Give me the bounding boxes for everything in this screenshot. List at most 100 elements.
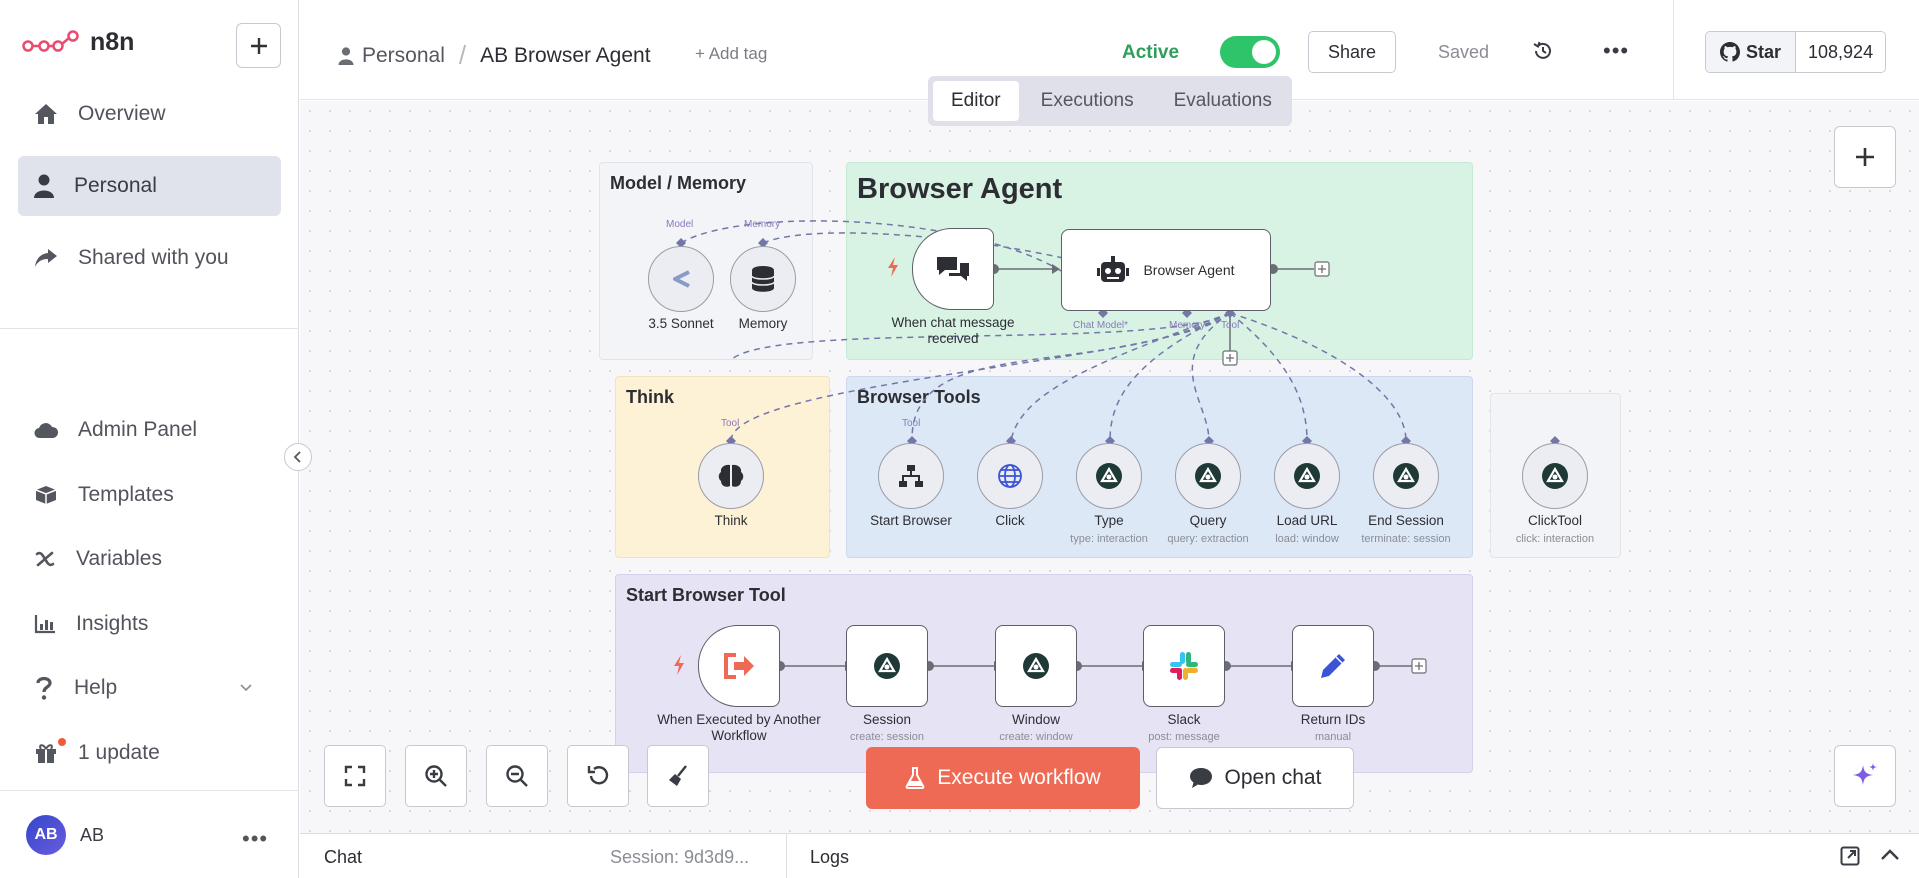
sitemap-icon [899, 465, 923, 487]
user-icon [34, 174, 54, 198]
share-icon [35, 249, 57, 267]
sidebar-item-insights[interactable]: Insights [18, 594, 281, 654]
database-icon [751, 266, 775, 292]
github-star[interactable]: Star [1706, 32, 1797, 72]
fit-view-icon [344, 765, 366, 787]
node-chat-trigger[interactable] [912, 228, 994, 310]
airtop-icon [1096, 463, 1122, 489]
node-label: End Session [1368, 513, 1444, 528]
github-icon [1720, 42, 1740, 62]
n8n-logo-icon [22, 29, 79, 52]
add-tag-button[interactable]: + Add tag [695, 44, 767, 64]
sidebar-item-label: Admin Panel [78, 418, 198, 441]
chevron-down-icon [240, 684, 252, 692]
workflow-name[interactable]: AB Browser Agent [480, 44, 650, 68]
add-node-button[interactable] [1834, 126, 1896, 188]
zoom-in-button[interactable] [405, 745, 467, 807]
gift-icon [36, 744, 56, 763]
airtop-icon [1023, 653, 1049, 679]
port-label-tool: Tool [721, 418, 740, 429]
tab-evaluations[interactable]: Evaluations [1156, 81, 1290, 121]
reset-zoom-button[interactable] [567, 745, 629, 807]
expand-panel-button[interactable] [1880, 848, 1900, 867]
chat-icon [937, 257, 969, 281]
history-button[interactable] [1532, 40, 1554, 67]
breadcrumb-separator: / [458, 40, 467, 70]
sidebar-item-help[interactable]: Help [18, 658, 281, 718]
node-session[interactable] [846, 625, 928, 707]
zoom-out-button[interactable] [486, 745, 548, 807]
node-end-session[interactable] [1373, 443, 1439, 509]
sidebar-item-variables[interactable]: Variables [18, 529, 281, 589]
view-tabs: Editor Executions Evaluations [928, 76, 1292, 126]
node-sublabel: terminate: session [1361, 533, 1451, 545]
saved-status: Saved [1438, 42, 1490, 62]
node-exec-trigger[interactable] [698, 625, 780, 707]
breadcrumb-project[interactable]: Personal [362, 44, 445, 68]
node-window[interactable] [995, 625, 1077, 707]
workflow-menu-button[interactable]: ••• [1603, 38, 1629, 64]
sidebar-item-shared[interactable]: Shared with you [18, 228, 281, 288]
user-menu-button[interactable]: ••• [242, 826, 268, 852]
node-think[interactable] [698, 443, 764, 509]
sidebar-item-label: Help [74, 676, 118, 699]
node-start-browser[interactable] [878, 443, 944, 509]
github-star-button[interactable]: Star 108,924 [1705, 31, 1887, 73]
node-query[interactable] [1175, 443, 1241, 509]
fit-view-button[interactable] [324, 745, 386, 807]
sidebar-item-label: 1 update [78, 741, 160, 764]
node-memory[interactable] [730, 246, 796, 312]
user-profile[interactable]: AB AB [26, 815, 104, 855]
node-load-url[interactable] [1274, 443, 1340, 509]
sidebar-item-overview[interactable]: Overview [18, 84, 281, 144]
robot-icon [1097, 256, 1130, 282]
comment-icon [1189, 768, 1212, 788]
github-star-label: Star [1746, 41, 1782, 62]
tab-editor[interactable]: Editor [933, 81, 1019, 121]
tab-executions[interactable]: Executions [1023, 81, 1152, 121]
ai-assistant-button[interactable] [1834, 745, 1896, 807]
logs-panel-tab[interactable]: Logs [810, 847, 849, 868]
active-toggle[interactable] [1220, 36, 1280, 68]
port-label-tool: Tool [1221, 320, 1240, 331]
box-icon [35, 486, 57, 504]
tidy-up-button[interactable] [647, 745, 709, 807]
node-slack[interactable] [1143, 625, 1225, 707]
node-clicktool[interactable] [1522, 443, 1588, 509]
trigger-bolt-icon [888, 257, 898, 277]
n8n-logo[interactable]: n8n [22, 28, 134, 57]
node-return-ids[interactable] [1292, 625, 1374, 707]
undo-icon [587, 766, 609, 785]
variable-icon [35, 551, 55, 567]
sidebar-item-personal[interactable]: Personal [18, 156, 281, 216]
workflow-canvas[interactable]: Model / Memory Browser Agent Think Brows… [300, 101, 1919, 833]
node-sublabel: post: message [1148, 731, 1220, 743]
history-icon [1533, 41, 1551, 59]
node-sublabel: create: window [999, 731, 1073, 743]
node-browser-agent[interactable]: Browser Agent [1061, 229, 1271, 311]
sidebar-item-admin-panel[interactable]: Admin Panel [18, 400, 281, 460]
sparkle-icon [1853, 763, 1877, 785]
sidebar-item-templates[interactable]: Templates [18, 465, 281, 525]
sidebar-item-label: Shared with you [78, 246, 229, 269]
pen-icon [1321, 654, 1345, 678]
zoom-in-icon [425, 765, 447, 787]
collapse-sidebar-button[interactable] [284, 443, 312, 471]
pop-out-button[interactable] [1840, 846, 1860, 871]
chat-panel-tab[interactable]: Chat [324, 847, 362, 868]
share-button[interactable]: Share [1308, 31, 1396, 73]
port-label-model: Model [666, 219, 694, 230]
open-chat-button[interactable]: Open chat [1156, 747, 1354, 809]
sidebar-item-update[interactable]: 1 update [18, 723, 281, 783]
node-sonnet[interactable] [648, 246, 714, 312]
execute-workflow-button[interactable]: Execute workflow [866, 747, 1140, 809]
port-label-tool: Tool [902, 418, 921, 429]
create-new-button[interactable] [236, 23, 281, 68]
node-type[interactable] [1076, 443, 1142, 509]
anthropic-icon [673, 270, 690, 288]
bottom-panel: Chat Session: 9d3d9... Logs [300, 833, 1919, 878]
execute-workflow-label: Execute workflow [937, 766, 1101, 789]
node-click[interactable] [977, 443, 1043, 509]
node-sublabel: click: interaction [1515, 533, 1595, 545]
trigger-bolt-icon [674, 655, 684, 675]
